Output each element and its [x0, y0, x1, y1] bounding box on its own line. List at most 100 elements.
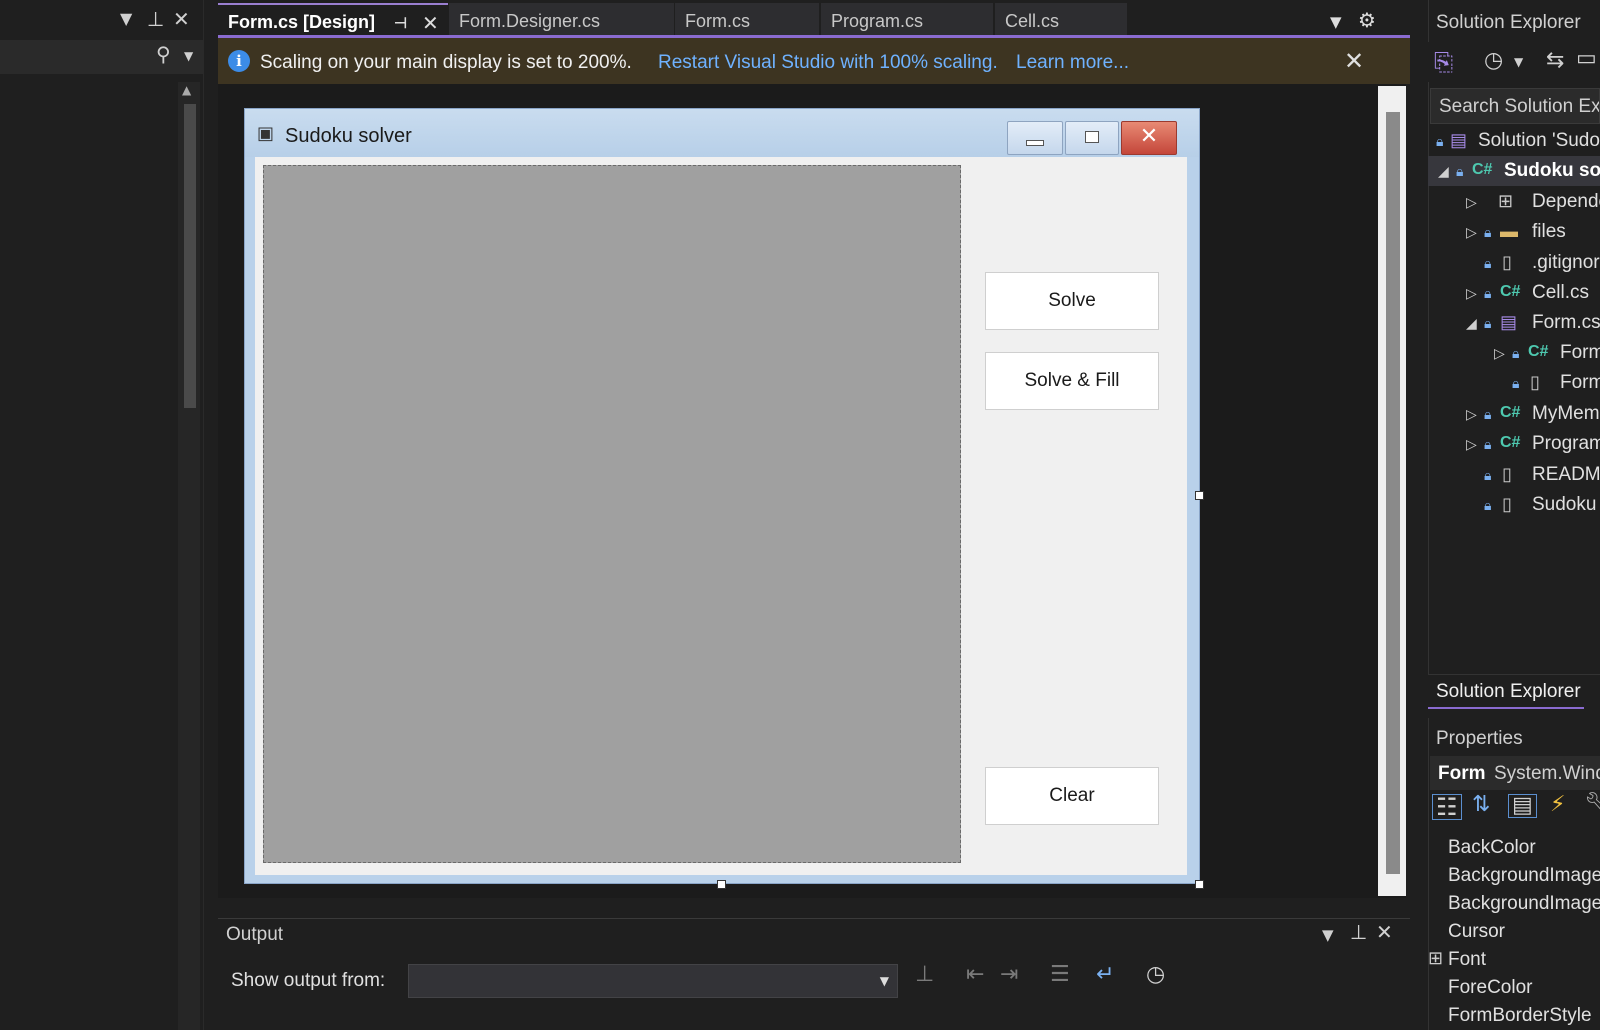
tab-form-designer-cs[interactable]: Form.Designer.cs — [449, 3, 674, 36]
sync-icon[interactable]: ⇆ — [1546, 50, 1564, 72]
tree-item-label: README — [1532, 464, 1600, 485]
scroll-up-icon[interactable]: ▲ — [182, 84, 191, 96]
tree-item-program-cs[interactable]: ▷ 🔒︎ C# Program — [1428, 429, 1600, 459]
tree-item-form-cs[interactable]: ◢ 🔒︎ ▤ Form.cs — [1428, 308, 1600, 338]
lock-icon: 🔒︎ — [1484, 285, 1492, 301]
tree-item-form-designer[interactable]: ▷ 🔒︎ C# Form — [1428, 338, 1600, 368]
solve-button[interactable]: Solve — [985, 272, 1159, 330]
events-icon[interactable]: ⚡ — [1550, 794, 1565, 816]
tree-item-cell-cs[interactable]: ▷ 🔒︎ C# Cell.cs — [1428, 278, 1600, 308]
expand-arrow-icon[interactable]: ▷ — [1494, 345, 1505, 362]
property-backcolor[interactable]: BackColor — [1428, 834, 1600, 862]
pending-dropdown-icon[interactable]: ▼ — [1514, 56, 1523, 68]
output-pin-icon[interactable]: ⊥ — [1350, 922, 1367, 942]
categorized-icon[interactable]: ☷ — [1432, 794, 1462, 820]
output-close-icon[interactable]: ✕ — [1376, 922, 1393, 942]
output-source-select[interactable]: ▼ — [408, 964, 898, 998]
property-forecolor[interactable]: ForeColor — [1428, 974, 1600, 1002]
minimize-button[interactable] — [1007, 121, 1063, 155]
tree-item-project[interactable]: ◢ 🔒︎ C# Sudoku so — [1428, 156, 1600, 186]
learn-more-link[interactable]: Learn more... — [1016, 52, 1129, 74]
left-scrollbar-thumb[interactable] — [184, 104, 196, 408]
pin-icon[interactable]: ⊥ — [147, 9, 164, 29]
property-formborderstyle[interactable]: FormBorderStyle — [1428, 1002, 1600, 1030]
resize-handle-right[interactable] — [1195, 491, 1204, 500]
tree-item-dependencies[interactable]: ▷ ⊞ Dependencies — [1428, 187, 1600, 217]
designer-scrollbar-thumb[interactable] — [1386, 112, 1400, 874]
close-button[interactable]: ✕ — [1121, 121, 1177, 155]
next-message-icon[interactable]: ⇥ — [1000, 962, 1018, 987]
tab-form-design[interactable]: Form.cs [Design] ⊣ ✕ — [218, 3, 448, 36]
alphabetical-icon[interactable]: ⇅ — [1472, 794, 1490, 816]
chevron-down-icon: ▼ — [879, 974, 889, 988]
clear-all-icon[interactable]: ☰ — [1050, 962, 1070, 987]
collapse-arrow-icon[interactable]: ◢ — [1466, 315, 1477, 332]
restart-link[interactable]: Restart Visual Studio with 100% scaling. — [658, 52, 998, 74]
property-pages-icon[interactable]: 🔧︎ — [1584, 794, 1600, 816]
properties-object-selector[interactable]: Form System.Wind — [1430, 756, 1600, 790]
tree-item-sudoku-file[interactable]: 🔒︎ ▯ Sudoku — [1428, 490, 1600, 520]
tab-program-cs[interactable]: Program.cs — [821, 3, 993, 36]
properties-view-icon[interactable]: ▤ — [1508, 794, 1537, 818]
document-tab-strip: Form.cs [Design] ⊣ ✕ Form.Designer.cs Fo… — [218, 0, 1410, 38]
expand-arrow-icon[interactable]: ▷ — [1466, 194, 1477, 211]
tab-solution-explorer[interactable]: Solution Explorer — [1428, 675, 1584, 709]
switch-views-icon[interactable]: ⎘ — [1434, 50, 1453, 74]
search-icon[interactable]: ⚲ — [156, 44, 171, 64]
tree-item-label: Dependencies — [1532, 191, 1600, 212]
panel-dropdown-icon[interactable]: ▼ — [120, 11, 132, 27]
form-title: Sudoku solver — [285, 125, 412, 147]
gear-icon[interactable]: ⚙ — [1358, 8, 1376, 32]
tree-item-form-resx[interactable]: 🔒︎ ▯ Form — [1428, 368, 1600, 398]
sudoku-grid-panel[interactable] — [263, 165, 961, 863]
solution-search-input[interactable]: Search Solution Exp — [1430, 88, 1600, 124]
lock-icon: 🔒︎ — [1484, 467, 1492, 483]
tab-cell-cs[interactable]: Cell.cs — [995, 3, 1127, 36]
form-title-bar[interactable]: ▣ Sudoku solver ✕ — [245, 109, 1199, 157]
tree-item-mymem[interactable]: ▷ 🔒︎ C# MyMem — [1428, 399, 1600, 429]
expand-arrow-icon[interactable]: ▷ — [1466, 436, 1477, 453]
close-tab-icon[interactable]: ✕ — [422, 11, 439, 36]
tree-item-gitignore[interactable]: 🔒︎ ▯ .gitignore — [1428, 248, 1600, 278]
expand-plus-icon[interactable]: ⊞ — [1428, 948, 1443, 969]
property-backgroundimage[interactable]: BackgroundImage — [1428, 862, 1600, 890]
lock-icon: 🔒︎ — [1512, 375, 1520, 391]
previous-message-icon[interactable]: ⇤ — [966, 962, 984, 987]
form-file-icon: ▤ — [1500, 312, 1518, 332]
solve-fill-button[interactable]: Solve & Fill — [985, 352, 1159, 410]
markdown-file-icon: ▯ — [1502, 464, 1512, 484]
expand-arrow-icon[interactable]: ▷ — [1466, 285, 1477, 302]
property-backgroundimagelayout[interactable]: BackgroundImage — [1428, 890, 1600, 918]
tree-item-solution[interactable]: 🔒︎ ▤ Solution 'Sudoku — [1428, 126, 1600, 156]
expand-arrow-icon[interactable]: ▷ — [1466, 406, 1477, 423]
resize-handle-bottom[interactable] — [717, 880, 726, 889]
find-message-icon[interactable]: ⊥ — [915, 962, 934, 987]
tree-item-readme[interactable]: 🔒︎ ▯ README — [1428, 460, 1600, 490]
tab-form-cs[interactable]: Form.cs — [675, 3, 819, 36]
pin-tab-icon[interactable]: ⊣ — [394, 14, 407, 32]
tree-item-files[interactable]: ▷ 🔒︎ ▬ files — [1428, 217, 1600, 247]
left-search-bar[interactable] — [0, 40, 204, 74]
property-font[interactable]: ⊞ Font — [1428, 946, 1600, 974]
pending-changes-icon[interactable]: ◷ — [1484, 50, 1503, 72]
clear-button[interactable]: Clear — [985, 767, 1159, 825]
expand-arrow-icon[interactable]: ▷ — [1466, 224, 1477, 241]
word-wrap-icon[interactable]: ↵ — [1096, 962, 1114, 987]
collapse-arrow-icon[interactable]: ◢ — [1438, 163, 1449, 180]
close-info-bar-icon[interactable]: ✕ — [1344, 47, 1364, 75]
output-dropdown-icon[interactable]: ▼ — [1322, 928, 1334, 943]
search-options-chevron-icon[interactable]: ▼ — [184, 50, 193, 62]
maximize-button[interactable] — [1065, 121, 1119, 155]
dependencies-icon: ⊞ — [1498, 191, 1514, 211]
collapse-all-icon[interactable]: ▭ — [1576, 48, 1597, 70]
close-panel-icon[interactable]: ✕ — [173, 9, 190, 29]
lock-icon: 🔒︎ — [1484, 224, 1492, 240]
resize-handle-corner[interactable] — [1195, 880, 1204, 889]
tree-item-label: Form.cs — [1532, 312, 1600, 333]
tab-list-dropdown-icon[interactable]: ▼ — [1330, 13, 1342, 31]
form-window[interactable]: ▣ Sudoku solver ✕ Solve Solve & Fill Cle… — [244, 108, 1200, 884]
tree-item-label: MyMem — [1532, 403, 1600, 424]
clock-icon[interactable]: ◷ — [1146, 962, 1165, 987]
output-title: Output — [226, 924, 284, 945]
property-cursor[interactable]: Cursor — [1428, 918, 1600, 946]
